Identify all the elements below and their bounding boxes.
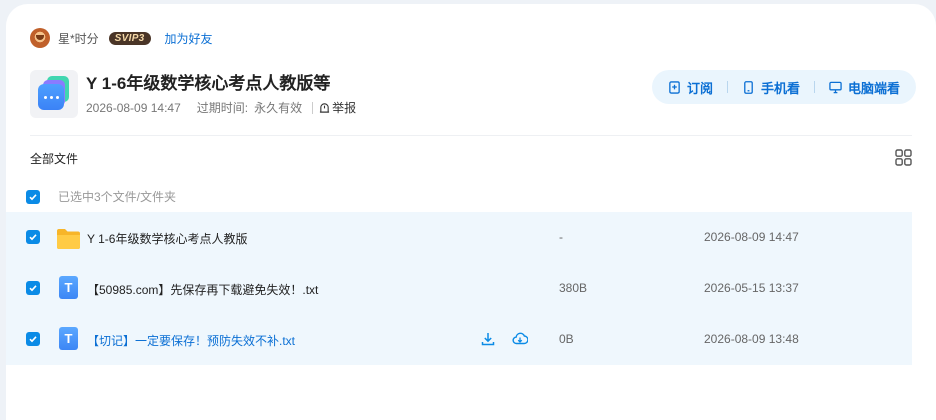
selection-count: 已选中3个文件/文件夹	[58, 190, 177, 204]
select-all-checkbox[interactable]	[26, 189, 40, 204]
share-header: Y 1-6年级数学核心考点人教版等 2026-08-09 14:47 过期时间:…	[30, 70, 356, 120]
vip-badge: SVIP3	[108, 31, 151, 45]
phone-icon	[744, 80, 753, 94]
file-checkbox[interactable]	[26, 332, 40, 346]
download-icon[interactable]	[480, 331, 496, 347]
file-row[interactable]: Y 1-6年级数学核心考点人教版 - 2026-08-09 14:47	[6, 212, 912, 263]
expire-value: 永久有效	[254, 101, 303, 115]
file-name[interactable]: 【50985.com】先保存再下载避免失效！.txt	[87, 281, 318, 298]
file-checkbox[interactable]	[26, 230, 40, 244]
mobile-view-label: 手机看	[760, 80, 800, 96]
file-row[interactable]: T 【50985.com】先保存再下载避免失效！.txt 380B 2026-0…	[6, 263, 912, 314]
monitor-icon	[829, 81, 842, 93]
file-date: 2026-08-09 14:47	[704, 230, 799, 244]
share-title: Y 1-6年级数学核心考点人教版等	[86, 74, 331, 93]
expire-label: 过期时间:	[196, 101, 249, 115]
file-size: 0B	[559, 332, 574, 346]
pc-view-button[interactable]: 电脑端看	[825, 78, 904, 97]
file-date: 2026-05-15 13:37	[704, 281, 799, 295]
subscribe-button[interactable]: 订阅	[664, 78, 717, 97]
all-files-breadcrumb[interactable]: 全部文件	[30, 150, 78, 167]
report-icon	[320, 103, 330, 113]
file-size: 380B	[559, 281, 588, 295]
file-checkbox[interactable]	[26, 281, 40, 295]
file-name[interactable]: 【切记】一定要保存！预防失效不补.txt	[87, 332, 295, 349]
bookmark-icon	[669, 80, 680, 94]
file-row[interactable]: T 【切记】一定要保存！预防失效不补.txt 0B 2026-08-09 13:…	[6, 314, 912, 365]
select-all-row: 已选中3个文件/文件夹	[26, 188, 176, 205]
share-thumbnail	[30, 70, 78, 118]
file-name[interactable]: Y 1-6年级数学核心考点人教版	[87, 230, 247, 247]
grid-view-icon[interactable]	[895, 149, 912, 166]
add-friend-link[interactable]: 加为好友	[165, 30, 213, 47]
pc-view-label: 电脑端看	[847, 80, 900, 96]
share-card: 星*时分 SVIP3 加为好友 Y 1-6年级数学核心考点人教版等 2026-0…	[6, 4, 936, 420]
file-date: 2026-08-09 13:48	[704, 332, 799, 346]
share-date: 2026-08-09 14:47	[86, 100, 181, 115]
subscribe-label: 订阅	[686, 80, 713, 96]
username[interactable]: 星*时分	[58, 30, 99, 47]
file-list: Y 1-6年级数学核心考点人教版 - 2026-08-09 14:47 T 【5…	[6, 212, 912, 365]
txt-file-icon: T	[59, 276, 78, 299]
multi-file-icon	[38, 84, 64, 110]
txt-file-icon: T	[59, 327, 78, 350]
meta-divider	[312, 101, 314, 114]
mobile-view-button[interactable]: 手机看	[738, 78, 804, 97]
save-to-cloud-icon[interactable]	[512, 331, 528, 347]
sharer-info: 星*时分 SVIP3 加为好友	[30, 28, 213, 48]
folder-icon	[57, 229, 80, 249]
avatar[interactable]	[30, 28, 50, 48]
report-button[interactable]: 举报	[319, 99, 356, 116]
share-meta: 2026-08-09 14:47 过期时间: 永久有效 举报	[86, 99, 356, 116]
share-actions: 订阅 手机看 电脑端看	[651, 70, 916, 104]
divider	[30, 135, 912, 136]
report-label: 举报	[332, 101, 357, 115]
file-size: -	[559, 230, 563, 244]
